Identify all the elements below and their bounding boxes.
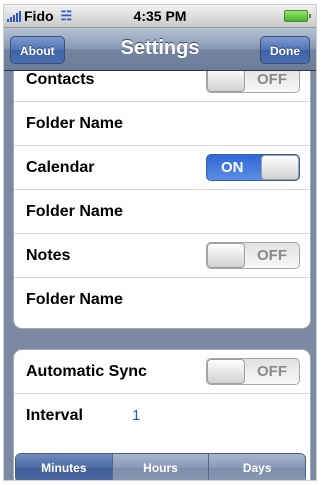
contacts-row: Contacts OFF (14, 71, 310, 102)
folder-name-label: Folder Name (26, 203, 123, 220)
switch-knob (207, 243, 245, 268)
notes-switch[interactable]: OFF (206, 242, 300, 269)
battery-icon (284, 10, 311, 22)
folder-name-label: Folder Name (26, 291, 123, 308)
status-time: 4:35 PM (133, 8, 187, 24)
interval-unit-segmented-control: Minutes Hours Days (15, 453, 306, 480)
calendar-folder-row[interactable]: Folder Name (14, 190, 310, 234)
contacts-switch[interactable]: OFF (206, 71, 300, 93)
sync-sources-group: Contacts OFF Folder Name Calendar ON Fol… (13, 71, 311, 329)
notes-label: Notes (26, 247, 71, 264)
contacts-label: Contacts (26, 71, 95, 88)
navigation-bar: About Settings Done (4, 28, 316, 71)
interval-label: Interval (26, 407, 83, 424)
segment-days[interactable]: Days (208, 454, 305, 480)
calendar-row: Calendar ON (14, 146, 310, 190)
notes-row: Notes OFF (14, 234, 310, 278)
automatic-sync-row: Automatic Sync OFF (14, 350, 310, 394)
interval-row[interactable]: Interval 1 (14, 394, 310, 438)
automatic-sync-label: Automatic Sync (26, 363, 147, 380)
notes-folder-row[interactable]: Folder Name (14, 278, 310, 322)
folder-name-label: Folder Name (26, 115, 123, 132)
contacts-folder-row[interactable]: Folder Name (14, 102, 310, 146)
segment-minutes[interactable]: Minutes (16, 454, 112, 480)
phone-screen: Fido ☵ 4:35 PM About Settings Done Conta… (4, 5, 316, 480)
segment-hours[interactable]: Hours (111, 454, 209, 480)
status-bar: Fido ☵ 4:35 PM (4, 5, 316, 28)
interval-value: 1 (132, 407, 141, 424)
switch-knob (261, 155, 299, 180)
switch-state: ON (221, 159, 244, 176)
switch-state: OFF (257, 71, 287, 88)
switch-state: OFF (257, 247, 287, 264)
switch-knob (207, 359, 245, 384)
settings-content: Contacts OFF Folder Name Calendar ON Fol… (4, 71, 316, 480)
done-button[interactable]: Done (260, 36, 310, 64)
switch-state: OFF (257, 363, 287, 380)
switch-knob (207, 71, 245, 92)
calendar-switch[interactable]: ON (206, 154, 300, 181)
calendar-label: Calendar (26, 159, 95, 176)
automatic-sync-switch[interactable]: OFF (206, 358, 300, 385)
